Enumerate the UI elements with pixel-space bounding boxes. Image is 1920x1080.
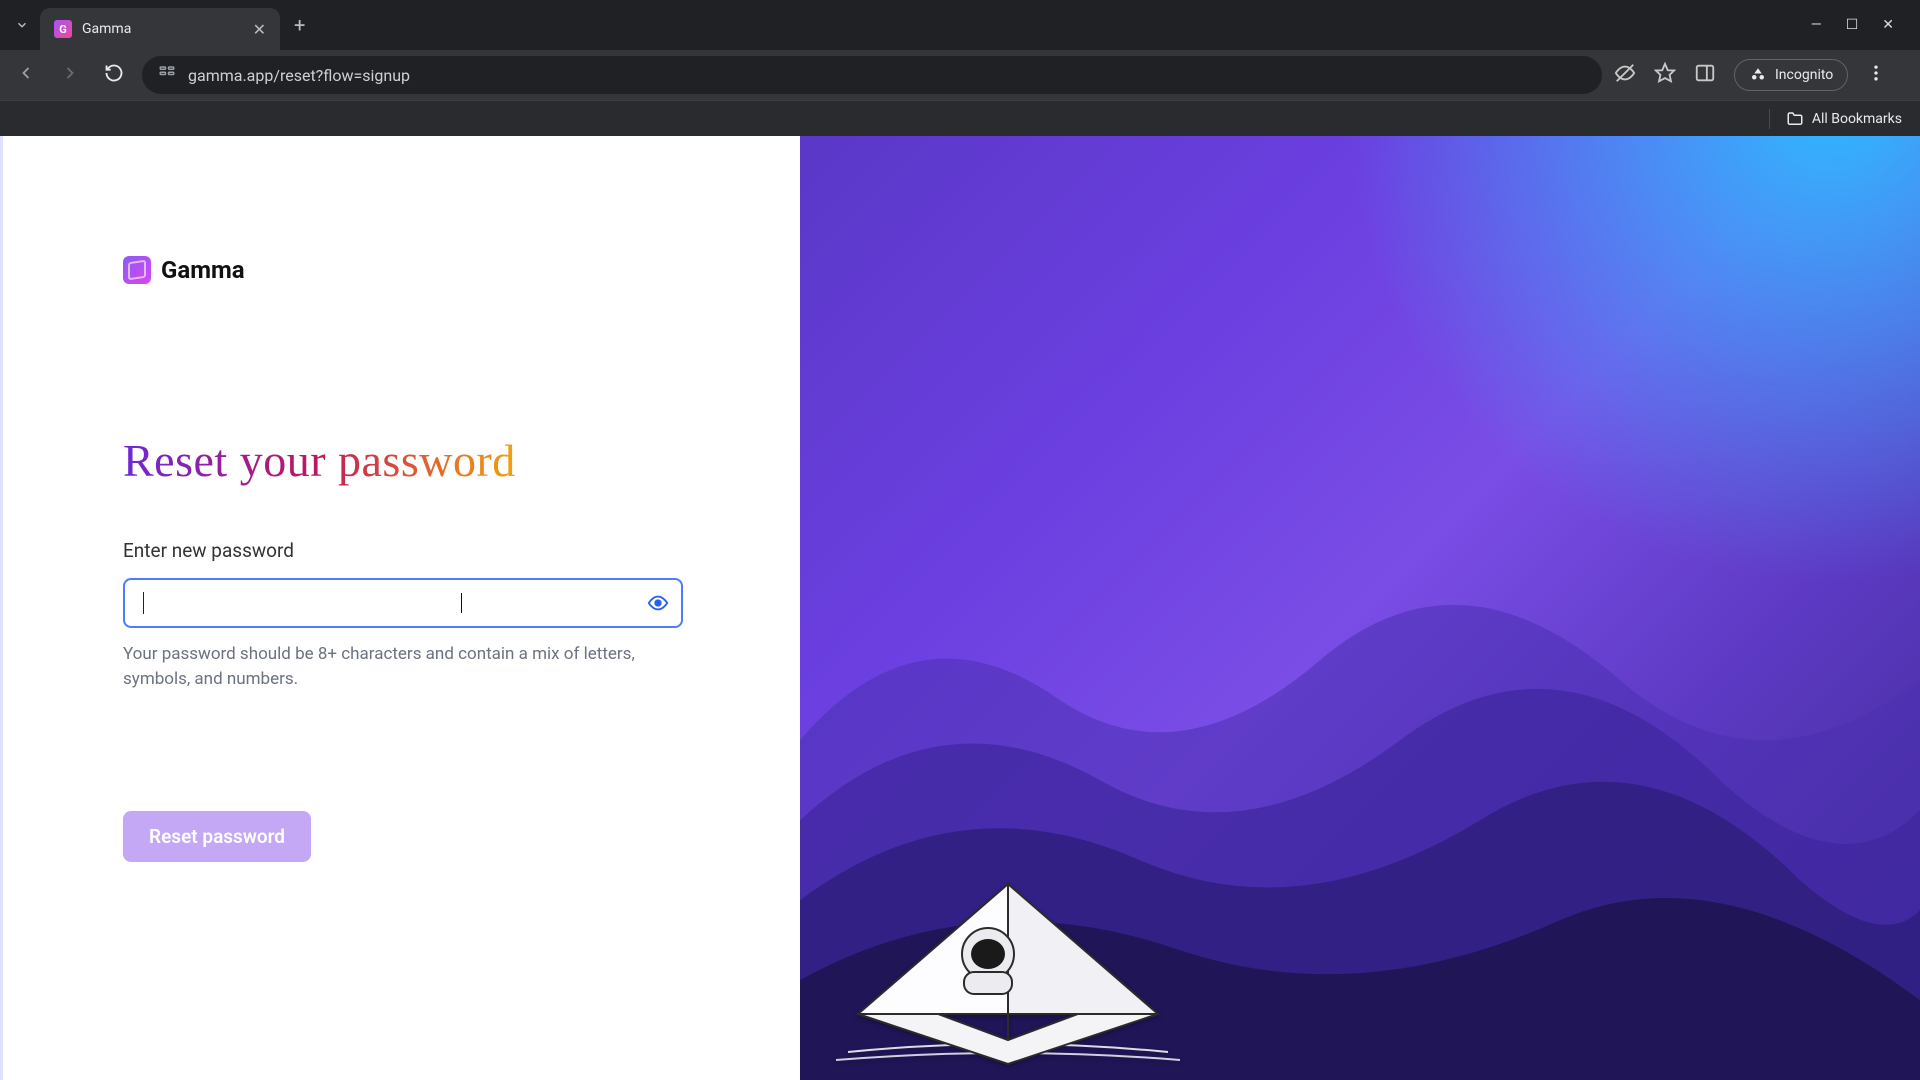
password-label: Enter new password — [123, 539, 680, 562]
eye-icon — [647, 592, 669, 614]
chevron-down-icon — [15, 18, 29, 32]
tab-title: Gamma — [82, 21, 243, 37]
paper-boat-illustration — [828, 864, 1188, 1080]
window-close-button[interactable]: ✕ — [1882, 17, 1894, 33]
address-bar[interactable]: gamma.app/reset?flow=signup — [142, 56, 1602, 94]
side-panel-button[interactable] — [1694, 62, 1716, 89]
browser-toolbar: gamma.app/reset?flow=signup Incognito — [0, 50, 1920, 100]
browser-menu-button[interactable] — [1866, 63, 1886, 88]
browser-tab[interactable]: G Gamma ✕ — [40, 8, 280, 50]
arrow-left-icon — [16, 63, 36, 83]
all-bookmarks-label: All Bookmarks — [1812, 111, 1902, 127]
toggle-password-visibility-button[interactable] — [645, 590, 671, 616]
window-minimize-button[interactable]: — — [1811, 17, 1822, 33]
new-tab-button[interactable]: + — [284, 13, 315, 37]
window-controls: — ☐ ✕ — [1811, 17, 1912, 33]
tab-search-dropdown[interactable] — [8, 11, 36, 39]
brand-logo-icon — [123, 256, 151, 284]
password-input-wrap — [123, 578, 683, 628]
password-hint: Your password should be 8+ characters an… — [123, 642, 683, 691]
brand: Gamma — [123, 256, 680, 284]
nav-forward-button[interactable] — [54, 59, 86, 92]
artwork-pane — [800, 136, 1920, 1080]
toolbar-right: Incognito — [1614, 59, 1886, 91]
incognito-icon — [1749, 66, 1767, 84]
window-maximize-button[interactable]: ☐ — [1846, 17, 1859, 33]
page-content: Gamma Reset your password Enter new pass… — [0, 136, 1920, 1080]
reload-icon — [104, 63, 124, 83]
page-heading: Reset your password — [123, 434, 680, 487]
brand-name: Gamma — [161, 256, 245, 284]
text-caret — [143, 592, 144, 614]
password-input[interactable] — [123, 578, 683, 628]
bookmarks-bar: All Bookmarks — [0, 100, 1920, 136]
url-text: gamma.app/reset?flow=signup — [188, 66, 410, 85]
tracking-blocked-icon[interactable] — [1614, 62, 1636, 89]
incognito-badge[interactable]: Incognito — [1734, 59, 1848, 91]
site-settings-icon[interactable] — [158, 64, 176, 86]
kebab-icon — [1866, 63, 1886, 83]
tab-favicon-icon: G — [54, 20, 72, 38]
text-cursor-icon — [461, 593, 462, 613]
all-bookmarks-button[interactable]: All Bookmarks — [1786, 110, 1902, 128]
form-pane: Gamma Reset your password Enter new pass… — [0, 136, 800, 1080]
browser-chrome: G Gamma ✕ + — ☐ ✕ gamma.app/reset?flow=s… — [0, 0, 1920, 136]
reset-password-button[interactable]: Reset password — [123, 811, 311, 862]
arrow-right-icon — [60, 63, 80, 83]
tab-close-button[interactable]: ✕ — [253, 20, 266, 39]
folder-icon — [1786, 110, 1804, 128]
bookmark-star-button[interactable] — [1654, 62, 1676, 89]
nav-back-button[interactable] — [10, 59, 42, 92]
incognito-label: Incognito — [1775, 67, 1833, 83]
bookmarks-divider — [1769, 109, 1770, 129]
nav-reload-button[interactable] — [98, 59, 130, 92]
tab-strip: G Gamma ✕ + — ☐ ✕ — [0, 0, 1920, 50]
